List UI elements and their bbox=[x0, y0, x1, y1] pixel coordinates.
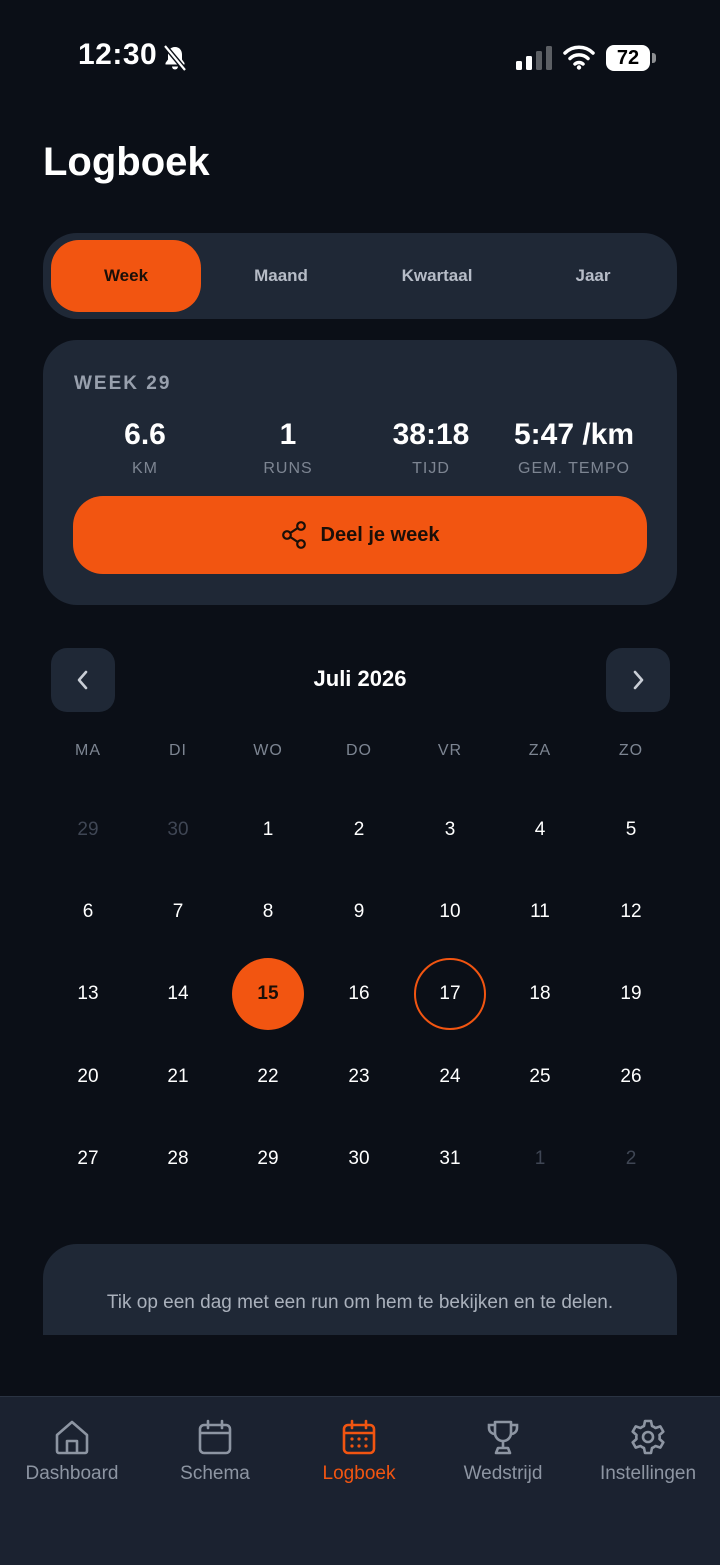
calendar-day[interactable]: 23 bbox=[323, 1041, 395, 1113]
status-time: 12:30 bbox=[78, 38, 158, 71]
calendar-day: 1 bbox=[534, 1148, 546, 1169]
tab-label: Logboek bbox=[322, 1463, 396, 1484]
calendar-day[interactable]: 31 bbox=[414, 1123, 486, 1195]
calendar-day[interactable]: 28 bbox=[142, 1123, 214, 1195]
calendar-day: 30 bbox=[167, 819, 189, 840]
stat-label: GEM. TEMPO bbox=[518, 460, 630, 477]
home-icon bbox=[55, 1420, 89, 1455]
calendar-day[interactable]: 2 bbox=[323, 794, 395, 866]
hint-text: Tik op een dag met een run om hem te bek… bbox=[106, 1292, 614, 1313]
calendar-day[interactable]: 15 bbox=[232, 958, 304, 1030]
stat-time: 38:18 TIJD bbox=[351, 418, 511, 478]
gear-icon bbox=[631, 1419, 665, 1455]
segment-jaar[interactable]: Jaar bbox=[518, 240, 668, 312]
tab-instellingen[interactable]: Instellingen bbox=[576, 1417, 720, 1485]
wifi-icon bbox=[563, 45, 595, 70]
calendar-day[interactable]: 21 bbox=[142, 1041, 214, 1113]
calendar-day[interactable]: 6 bbox=[52, 876, 124, 948]
battery-tip bbox=[652, 53, 656, 63]
calendar-day[interactable]: 13 bbox=[52, 958, 124, 1030]
tab-label: Schema bbox=[180, 1463, 250, 1484]
calendar-day[interactable]: 11 bbox=[504, 876, 576, 948]
stat-distance: 6.6 KM bbox=[65, 418, 225, 478]
page-title: Logboek bbox=[43, 140, 210, 184]
calendar-day[interactable]: 24 bbox=[414, 1041, 486, 1113]
weekday-label: VR bbox=[437, 742, 463, 759]
stat-value: 6.6 bbox=[124, 418, 166, 451]
bell-muted-icon bbox=[163, 44, 187, 72]
tab-logboek[interactable]: Logboek bbox=[287, 1417, 431, 1485]
signal-icon bbox=[516, 46, 552, 70]
calendar-day[interactable]: 7 bbox=[142, 876, 214, 948]
calendar-day: 2 bbox=[625, 1148, 637, 1169]
calendar-day[interactable]: 10 bbox=[414, 876, 486, 948]
weekday-label: WO bbox=[253, 742, 283, 759]
segment-maand[interactable]: Maand bbox=[206, 240, 356, 312]
calendar-day[interactable]: 9 bbox=[323, 876, 395, 948]
stat-value: 5:47 /km bbox=[513, 418, 635, 451]
period-segmented-control: Week Maand Kwartaal Jaar bbox=[43, 233, 677, 319]
week-label: WEEK 29 bbox=[74, 373, 172, 394]
calendar-day[interactable]: 25 bbox=[504, 1041, 576, 1113]
week-summary-card: WEEK 29 6.6 KM 1 RUNS 38:18 TIJD 5:47 /k… bbox=[43, 340, 677, 605]
calendar-day[interactable]: 14 bbox=[142, 958, 214, 1030]
tab-label: Instellingen bbox=[599, 1463, 697, 1484]
hint-card: Tik op een dag met een run om hem te bek… bbox=[43, 1244, 677, 1335]
calendar-day[interactable]: 30 bbox=[323, 1123, 395, 1195]
weekday-label: ZO bbox=[618, 742, 644, 759]
segment-kwartaal[interactable]: Kwartaal bbox=[362, 240, 512, 312]
weekday-label: DI bbox=[169, 742, 187, 759]
stat-value: 1 bbox=[279, 418, 297, 451]
calendar-grid-icon bbox=[342, 1419, 376, 1455]
calendar-day[interactable]: 22 bbox=[232, 1041, 304, 1113]
stat-pace: 5:47 /km GEM. TEMPO bbox=[494, 418, 654, 478]
share-week-button[interactable]: Deel je week bbox=[73, 496, 647, 574]
weekday-label: DO bbox=[346, 742, 372, 759]
calendar-day[interactable]: 17 bbox=[414, 958, 486, 1030]
calendar-day[interactable]: 1 bbox=[232, 794, 304, 866]
bottom-tab-bar: Dashboard Schema Logboek Wedstrijd Inste… bbox=[0, 1396, 720, 1565]
trophy-icon bbox=[487, 1420, 519, 1455]
battery-level: 72 bbox=[606, 45, 650, 71]
tab-dashboard[interactable]: Dashboard bbox=[0, 1417, 144, 1485]
tab-schema[interactable]: Schema bbox=[143, 1417, 287, 1485]
calendar-day[interactable]: 18 bbox=[504, 958, 576, 1030]
tab-label: Dashboard bbox=[25, 1463, 119, 1484]
tab-wedstrijd[interactable]: Wedstrijd bbox=[431, 1417, 575, 1485]
previous-month-button[interactable] bbox=[51, 648, 115, 712]
stat-label: KM bbox=[132, 460, 158, 477]
stat-label: TIJD bbox=[412, 460, 450, 477]
stat-runs: 1 RUNS bbox=[208, 418, 368, 478]
calendar-day[interactable]: 4 bbox=[504, 794, 576, 866]
calendar-day[interactable]: 16 bbox=[323, 958, 395, 1030]
calendar-day: 29 bbox=[77, 819, 99, 840]
calendar-day[interactable]: 12 bbox=[595, 876, 667, 948]
calendar-day[interactable]: 19 bbox=[595, 958, 667, 1030]
stat-label: RUNS bbox=[263, 460, 313, 477]
share-icon bbox=[281, 521, 306, 549]
segment-week[interactable]: Week bbox=[51, 240, 201, 312]
stat-value: 38:18 bbox=[392, 418, 470, 451]
calendar-day[interactable]: 8 bbox=[232, 876, 304, 948]
calendar-day[interactable]: 26 bbox=[595, 1041, 667, 1113]
calendar-day[interactable]: 20 bbox=[52, 1041, 124, 1113]
calendar-day[interactable]: 27 bbox=[52, 1123, 124, 1195]
calendar-icon bbox=[198, 1419, 232, 1455]
chevron-right-icon bbox=[633, 670, 644, 690]
weekday-label: MA bbox=[75, 742, 101, 759]
share-week-label: Deel je week bbox=[320, 523, 440, 546]
calendar-month-title: Juli 2026 bbox=[313, 666, 407, 691]
weekday-label: ZA bbox=[528, 742, 552, 759]
next-month-button[interactable] bbox=[606, 648, 670, 712]
calendar-day[interactable]: 29 bbox=[232, 1123, 304, 1195]
tab-label: Wedstrijd bbox=[463, 1463, 543, 1484]
calendar-day[interactable]: 3 bbox=[414, 794, 486, 866]
chevron-left-icon bbox=[77, 670, 88, 690]
calendar-day[interactable]: 5 bbox=[595, 794, 667, 866]
